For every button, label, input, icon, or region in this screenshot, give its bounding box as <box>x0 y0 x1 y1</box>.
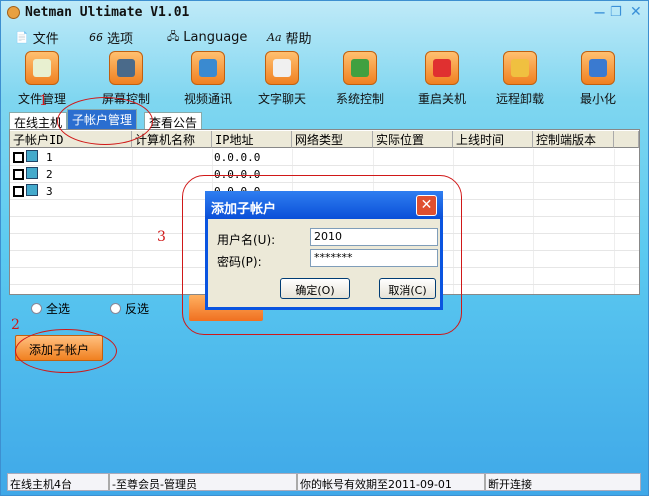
toolbar-icon <box>265 51 299 85</box>
annotation-number: 1 <box>39 93 48 109</box>
glasses-icon: 66 <box>89 31 103 44</box>
column-header[interactable]: 网络类型 <box>292 131 373 148</box>
annotation-number: 3 <box>157 229 166 245</box>
window-title: Netman Ultimate V1.01 <box>25 5 190 20</box>
menu-options[interactable]: 66 选项 <box>89 28 133 47</box>
select-all-radio[interactable]: 全选 <box>31 300 70 317</box>
subaccount-id: 3 <box>46 185 53 198</box>
computer-icon <box>26 184 38 196</box>
menu-label: 帮助 <box>285 32 312 47</box>
minimize-button[interactable]: − <box>593 3 606 22</box>
menu-language[interactable]: 🖧 Language <box>167 28 247 47</box>
toolbar-label: 系统控制 <box>335 92 384 106</box>
status-online-count: 在线主机4台 <box>8 474 110 491</box>
invert-selection-radio[interactable]: 反选 <box>110 300 149 317</box>
radio-circle <box>110 303 121 314</box>
toolbar-icon <box>503 51 537 85</box>
row-checkbox[interactable] <box>13 152 24 163</box>
status-membership: -至尊会员-管理员 <box>110 474 298 491</box>
toolbar-label: 文字聊天 <box>257 92 306 106</box>
annotation-ellipse-1 <box>57 97 153 145</box>
computer-icon <box>26 167 38 179</box>
computer-icon <box>26 150 38 162</box>
file-icon: 📄 <box>15 31 29 44</box>
annotation-box-3 <box>182 175 462 335</box>
column-header[interactable]: 控制端版本 <box>533 131 614 148</box>
status-bar: 在线主机4台 -至尊会员-管理员 你的帐号有效期至2011-09-01 断开连接 <box>7 473 641 491</box>
toolbar-button[interactable]: 文字聊天 <box>247 51 317 107</box>
toolbar-button[interactable]: 远程卸载 <box>485 51 555 107</box>
radio-label: 反选 <box>125 302 150 316</box>
column-header[interactable]: IP地址 <box>212 131 292 148</box>
toolbar-button[interactable]: 视频通讯 <box>173 51 243 107</box>
toolbar-label: 远程卸载 <box>495 92 544 106</box>
toolbar-button[interactable]: 最小化 <box>563 51 633 107</box>
maximize-button[interactable]: ❐ <box>610 5 622 20</box>
toolbar-icon <box>581 51 615 85</box>
toolbar-icon <box>191 51 225 85</box>
status-connection: 断开连接 <box>488 478 532 491</box>
toolbar-icon <box>343 51 377 85</box>
subaccount-id: 1 <box>46 151 53 164</box>
toolbar-label: 最小化 <box>579 92 616 106</box>
toolbar-button[interactable]: 系统控制 <box>325 51 395 107</box>
language-icon: 🖧 <box>167 30 180 43</box>
toolbar-icon <box>425 51 459 85</box>
toolbar-icon <box>25 51 59 85</box>
annotation-number: 2 <box>11 317 20 333</box>
column-header-filler <box>614 131 639 148</box>
subaccount-id: 2 <box>46 168 53 181</box>
toolbar-label: 视频通讯 <box>183 92 232 106</box>
toolbar-label: 重启关机 <box>417 92 466 106</box>
help-icon: Aa <box>267 31 282 44</box>
row-checkbox[interactable] <box>13 186 24 197</box>
toolbar-button[interactable]: 重启关机 <box>407 51 477 107</box>
menu-file[interactable]: 📄 文件 <box>15 28 59 47</box>
menu-help[interactable]: Aa 帮助 <box>267 28 312 47</box>
menu-label: 文件 <box>32 32 59 47</box>
app-logo-icon <box>7 6 20 19</box>
radio-circle <box>31 303 42 314</box>
menu-label: 选项 <box>107 32 134 47</box>
close-button[interactable]: ✕ <box>630 4 642 20</box>
main-window: Netman Ultimate V1.01 − ❐ ✕ 📄 文件 66 选项 🖧 La… <box>0 0 649 496</box>
row-checkbox[interactable] <box>13 169 24 180</box>
radio-label: 全选 <box>46 302 71 316</box>
toolbar-icon <box>109 51 143 85</box>
column-header[interactable]: 实际位置 <box>373 131 453 148</box>
status-expiry: 你的帐号有效期至2011-09-01 <box>298 474 486 491</box>
ip-address: 0.0.0.0 <box>214 151 261 164</box>
annotation-ellipse-2 <box>15 329 117 373</box>
table-row[interactable]: 1 0.0.0.0 <box>10 149 639 166</box>
menu-label: Language <box>183 30 248 45</box>
column-header[interactable]: 上线时间 <box>453 131 533 148</box>
